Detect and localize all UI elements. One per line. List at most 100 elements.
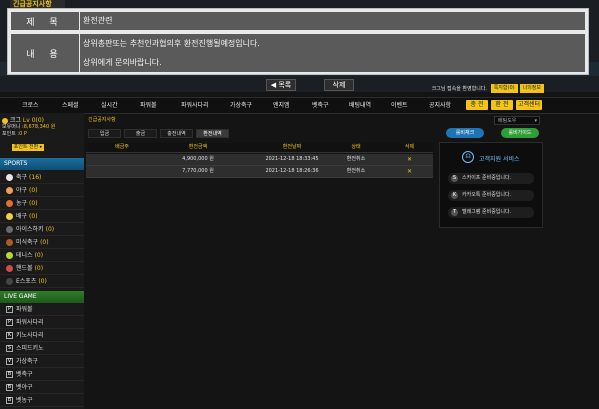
- notice-subject-row: 제 목 환전관련: [8, 12, 588, 30]
- user-level: Lv 0(0): [22, 117, 45, 124]
- point-value: 0 P: [19, 131, 27, 137]
- message-button[interactable]: 쪽지함(0): [490, 84, 518, 93]
- sport-name: 테니스: [16, 252, 33, 259]
- sports-item[interactable]: 아이스하키 (0): [0, 224, 84, 236]
- sport-name: 미식축구: [16, 239, 39, 246]
- cell-user: [86, 154, 158, 165]
- nav-notice[interactable]: 공지사항: [429, 98, 451, 113]
- sports-item[interactable]: 야구 (0): [0, 185, 84, 197]
- live-item[interactable]: S 스피드키노: [0, 343, 84, 355]
- game-icon: P: [6, 319, 13, 326]
- cell-user: [86, 166, 158, 177]
- notice-tab: 긴급공지사항: [10, 0, 65, 8]
- game-icon: K: [6, 332, 13, 339]
- sports-item[interactable]: 농구 (0): [0, 198, 84, 210]
- sports-item[interactable]: 배구 (0): [0, 211, 84, 223]
- telegram-item[interactable]: T 텔레그램 준비중입니다.: [448, 207, 534, 218]
- select-value: 배팅도우: [498, 118, 517, 124]
- sports-item[interactable]: 미식축구 (0): [0, 237, 84, 249]
- live-item[interactable]: K 키노사다리: [0, 330, 84, 342]
- tab-charge-history[interactable]: 충전내역: [160, 129, 193, 138]
- sport-name: 야구: [16, 187, 28, 194]
- nav-event[interactable]: 이벤트: [391, 98, 408, 113]
- sport-icon: [6, 226, 13, 233]
- cell-status: 환전취소: [346, 156, 366, 162]
- sports-item[interactable]: 축구 (16): [0, 172, 84, 184]
- live-game-header: LIVE GAME: [0, 291, 84, 303]
- nav-ngm[interactable]: 엔지엠: [273, 98, 290, 113]
- live-item[interactable]: V 가상축구: [0, 356, 84, 368]
- user-icon: [2, 117, 8, 124]
- game-name: 파워사다리: [16, 319, 44, 326]
- game-name: 벳야구: [16, 384, 33, 391]
- sport-icon: [6, 239, 13, 246]
- nav-special[interactable]: 스페셜: [62, 98, 79, 113]
- content-line: 상위총판또는 추천인과협의후 환전진행될예정입니다.: [83, 39, 260, 48]
- user-name: 크그: [9, 117, 21, 124]
- delete-icon[interactable]: ✕: [386, 166, 433, 177]
- sport-count: (0): [45, 226, 55, 233]
- game-icon: B: [6, 397, 13, 404]
- tab-withdraw[interactable]: 출금: [124, 129, 157, 138]
- delete-button[interactable]: 삭제: [324, 79, 354, 91]
- sports-item[interactable]: 테니스 (0): [0, 250, 84, 262]
- myinfo-button[interactable]: 나의정보: [519, 84, 544, 93]
- sports-item[interactable]: 핸드볼 (0): [0, 263, 84, 275]
- subject-value: 환전관련: [80, 12, 585, 30]
- point-convert-button[interactable]: 포인트 전환 ▸: [12, 144, 44, 151]
- game-name: 스피드키노: [16, 345, 44, 352]
- nav-powerladder[interactable]: 파워사다리: [181, 98, 209, 113]
- money-label: 보유머니 :: [2, 124, 24, 130]
- support-button[interactable]: 고객센터: [516, 100, 542, 110]
- roll-check-button[interactable]: 롤비채크: [446, 128, 484, 138]
- skype-item[interactable]: S 스카이프 준비중입니다.: [448, 173, 534, 184]
- nav-powerball[interactable]: 파워볼: [140, 98, 157, 113]
- table-row: 7,770,000 원 2021-12-18 18:26:36 환전취소 ✕: [86, 166, 433, 178]
- col-status: 상태: [351, 144, 361, 150]
- telegram-icon: T: [451, 209, 458, 216]
- sports-item[interactable]: E스포츠 (0): [0, 276, 84, 288]
- nav-bet-soccer[interactable]: 벳축구: [312, 98, 329, 113]
- col-delete: 삭제: [404, 144, 415, 150]
- tab-deposit[interactable]: 입금: [88, 129, 121, 138]
- content-value: 상위총판또는 추천인과협의후 환전진행될예정입니다. 상위에게 문의바랍니다.: [80, 34, 585, 72]
- live-item[interactable]: P 파워볼: [0, 304, 84, 316]
- nav-virtual-soccer[interactable]: 가상축구: [230, 98, 252, 113]
- nav-live[interactable]: 실시간: [101, 98, 118, 113]
- sport-icon: [6, 174, 13, 181]
- nav-bet-history[interactable]: 배팅내역: [349, 98, 371, 113]
- withdraw-button[interactable]: 환 전: [491, 100, 513, 110]
- live-item[interactable]: P 파워사다리: [0, 317, 84, 329]
- sport-count: (0): [40, 239, 49, 246]
- sport-name: 배구: [16, 213, 28, 220]
- kakao-item[interactable]: K 카카오톡 준비중입니다.: [448, 190, 534, 201]
- sport-name: 축구: [16, 174, 28, 181]
- game-icon: V: [6, 358, 13, 365]
- tab-withdraw-history[interactable]: 환전내역: [196, 129, 229, 138]
- sport-count: (0): [34, 252, 44, 259]
- delete-icon[interactable]: ✕: [386, 154, 433, 165]
- list-button[interactable]: ◀ 목록: [266, 79, 296, 91]
- sport-name: 아이스하키: [16, 226, 44, 233]
- game-icon: B: [6, 371, 13, 378]
- game-icon: B: [6, 384, 13, 391]
- roll-guide-button[interactable]: 롤비가이드: [501, 128, 539, 138]
- live-item[interactable]: B 벳축구: [0, 369, 84, 381]
- breadcrumb: 긴급공지사항: [88, 117, 116, 123]
- live-item[interactable]: B 벳농구: [0, 395, 84, 407]
- nav-cross[interactable]: 크로스: [22, 98, 39, 113]
- cell-amount: 7,770,000 원: [182, 168, 214, 174]
- kakao-icon: K: [451, 192, 458, 199]
- sport-count: (0): [34, 265, 44, 272]
- sport-icon: [6, 278, 13, 285]
- deposit-button[interactable]: 충 전: [466, 100, 488, 110]
- col-amount: 환전금액: [188, 144, 208, 150]
- live-item[interactable]: B 벳야구: [0, 382, 84, 394]
- bet-helper-select[interactable]: 배팅도우 ▾: [494, 116, 540, 125]
- game-name: 가상축구: [16, 358, 39, 365]
- sport-count: (0): [38, 278, 47, 285]
- sport-name: 농구: [16, 200, 28, 207]
- telegram-label: 텔레그램 준비중입니다.: [462, 209, 512, 215]
- game-icon: S: [6, 345, 13, 352]
- headset-icon: ☊: [462, 151, 474, 163]
